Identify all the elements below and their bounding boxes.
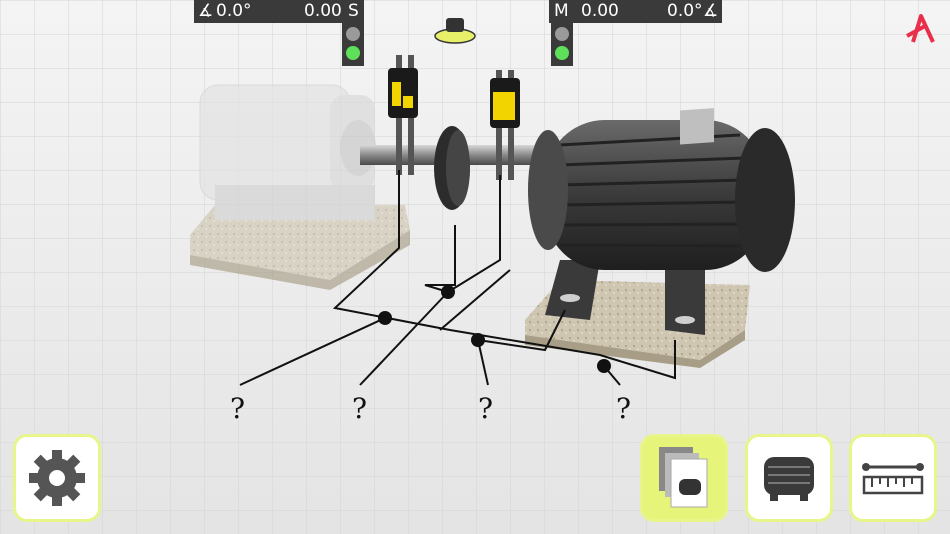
sensor-m-status-lights: [551, 23, 573, 66]
callout-question-3[interactable]: ?: [478, 392, 493, 425]
sensor-s-status-lights: [342, 23, 364, 66]
status-light-ok: [555, 46, 569, 60]
status-light-off: [346, 27, 360, 41]
sensor-m-readout: M 0.00 0.0° ∡: [549, 0, 722, 23]
machine-button[interactable]: [745, 434, 833, 522]
sensor-m-value: 0.00: [581, 1, 619, 21]
callout-question-2[interactable]: ?: [352, 392, 367, 425]
status-light-off: [555, 27, 569, 41]
machines-button[interactable]: [640, 434, 728, 522]
motor-icon: [764, 457, 814, 501]
status-light-ok: [346, 46, 360, 60]
sensor-s-angle: 0.0°: [216, 1, 252, 21]
callout-question-1[interactable]: ?: [230, 392, 245, 425]
sensor-m-letter: M: [554, 1, 569, 21]
measure-button[interactable]: [849, 434, 937, 522]
callout-question-4[interactable]: ?: [616, 392, 631, 425]
document-stack-machine-icon: [659, 447, 708, 508]
sensor-m-angle: 0.0°: [667, 1, 703, 21]
sensor-s-letter: S: [348, 1, 359, 21]
gear-icon: [29, 450, 85, 506]
settings-button[interactable]: [13, 434, 101, 522]
sensor-s-readout: ∡ 0.0° 0.00 S: [194, 0, 364, 23]
angle-icon: ∡: [703, 1, 719, 21]
angle-icon: ∡: [198, 1, 214, 21]
sensor-s-value: 0.00: [304, 1, 342, 21]
ruler-distance-icon: [862, 463, 924, 495]
